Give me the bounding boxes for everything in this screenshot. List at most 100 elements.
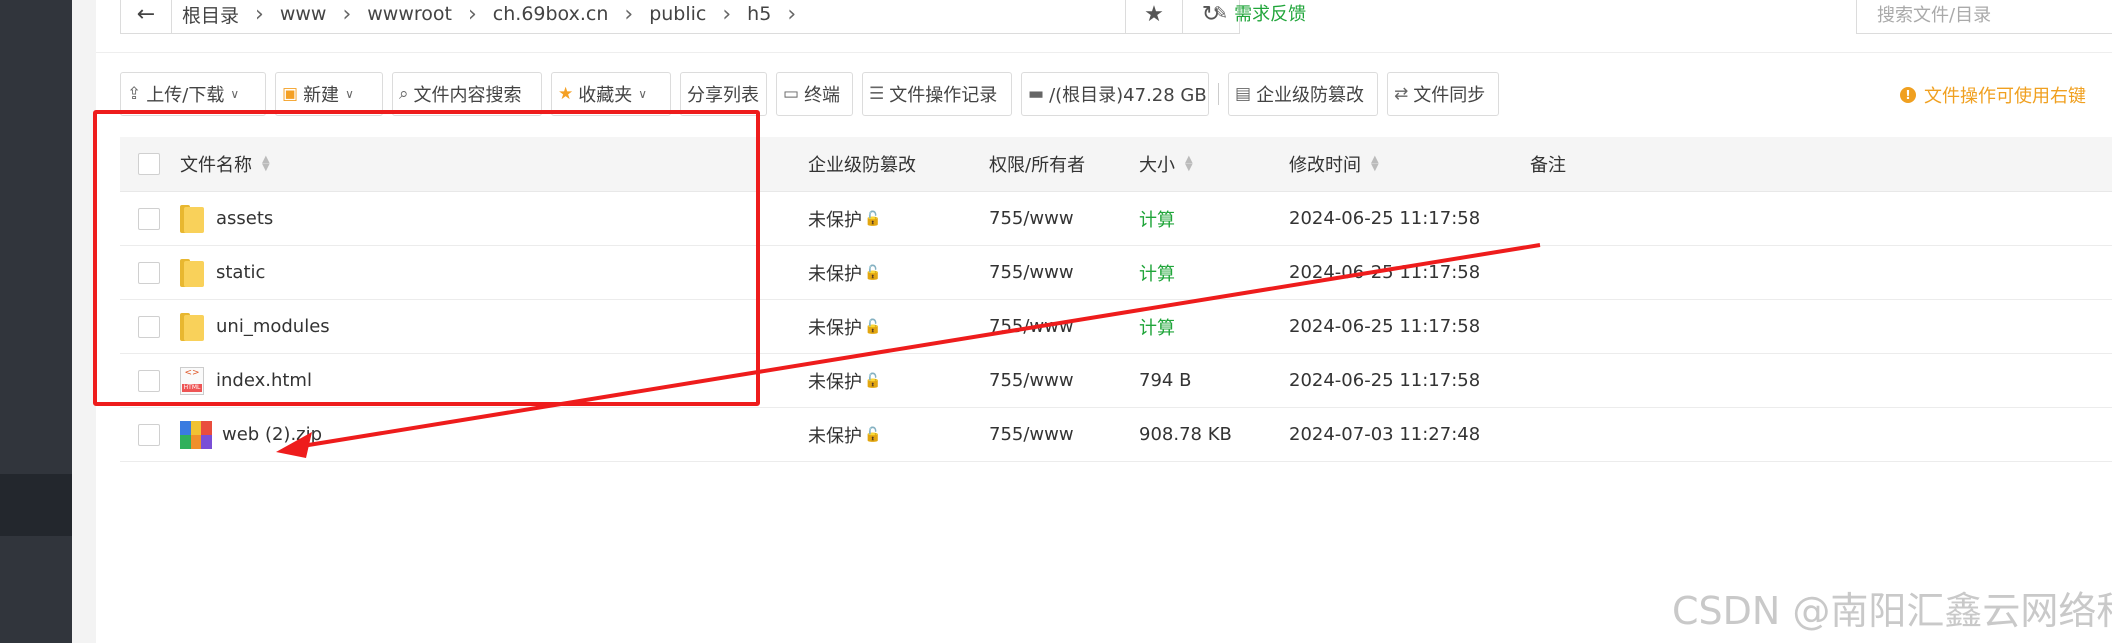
upload-download-button[interactable]: ⇪ 上传/下载 ∨: [120, 72, 266, 116]
header-name[interactable]: 文件名称 ▲ ▼: [180, 137, 270, 191]
table-row[interactable]: uni_modules 未保护 🔓 755/www 计算 2024-06-25 1…: [120, 300, 2112, 354]
header-note-label: 备注: [1530, 155, 1566, 176]
file-sync-button[interactable]: ⇄ 文件同步: [1387, 72, 1499, 116]
breadcrumb-item-h5[interactable]: h5: [747, 3, 771, 25]
favorites-button[interactable]: ★ 收藏夹 ∨: [551, 72, 671, 116]
file-name[interactable]: index.html: [216, 370, 312, 391]
modified-value: 2024-06-25 11:17:58: [1289, 370, 1481, 391]
feedback-link[interactable]: ✎ 需求反馈: [1213, 0, 1306, 26]
size-cell[interactable]: 计算: [1139, 300, 1175, 353]
tamper-proof-label: 企业级防篡改: [1256, 85, 1365, 106]
favorites-label: 收藏夹: [578, 85, 633, 106]
new-label: 新建: [303, 85, 340, 106]
protection-cell[interactable]: 未保护 🔓: [808, 354, 881, 407]
unlock-icon: 🔓: [864, 426, 882, 443]
sort-icon: ▲ ▼: [1185, 154, 1193, 173]
row-checkbox[interactable]: [138, 261, 160, 284]
new-button[interactable]: ▣ 新建 ∨: [275, 72, 383, 116]
file-manager: ← 根目录 › www › wwwroot › ch.69box.cn › pu…: [96, 0, 2112, 643]
file-name-cell[interactable]: assets: [180, 192, 273, 245]
back-button[interactable]: ←: [121, 0, 172, 33]
modified-cell: 2024-06-25 11:17:58: [1289, 300, 1480, 353]
search-placeholder: 搜索文件/目录: [1877, 5, 1992, 26]
permission-cell[interactable]: 755/www: [989, 408, 1074, 461]
tamper-proof-button[interactable]: ▤ 企业级防篡改: [1228, 72, 1378, 116]
size-cell[interactable]: 计算: [1139, 246, 1175, 299]
protection-cell[interactable]: 未保护 🔓: [808, 246, 881, 299]
chevron-down-icon: ∨: [638, 87, 648, 101]
html-file-icon: <> HTML: [180, 366, 204, 395]
table-row[interactable]: assets 未保护 🔓 755/www 计算 2024-06-25 11:17:…: [120, 192, 2112, 246]
terminal-button[interactable]: ▭ 终端: [776, 72, 853, 116]
header-name-label: 文件名称: [180, 155, 252, 176]
disk-button[interactable]: ▬ /(根目录)47.28 GB: [1021, 72, 1209, 116]
star-icon: ★: [1144, 1, 1164, 27]
sort-icon: ▲ ▼: [262, 154, 270, 173]
table-row[interactable]: web (2).zip 未保护 🔓 755/www 908.78 KB 2024-…: [120, 408, 2112, 462]
breadcrumb-item-public[interactable]: public: [649, 3, 706, 25]
file-name[interactable]: uni_modules: [216, 316, 330, 337]
log-icon: ☰: [869, 84, 885, 104]
row-checkbox[interactable]: [138, 315, 160, 338]
modified-value: 2024-06-25 11:17:58: [1289, 208, 1481, 229]
context-menu-tip: ! 文件操作可使用右键: [1900, 82, 2086, 108]
star-icon: ★: [558, 84, 574, 104]
table-row[interactable]: static 未保护 🔓 755/www 计算 2024-06-25 11:17:…: [120, 246, 2112, 300]
breadcrumb-item-root[interactable]: 根目录: [182, 1, 239, 28]
permission-value: 755/www: [989, 208, 1074, 229]
file-name[interactable]: static: [216, 262, 265, 283]
content-search-button[interactable]: ⌕ 文件内容搜索: [392, 72, 542, 116]
permission-cell[interactable]: 755/www: [989, 192, 1074, 245]
toolbar: ⇪ 上传/下载 ∨ ▣ 新建 ∨ ⌕ 文件内容搜索 ★ 收藏夹 ∨ 分享列表 ▭…: [120, 72, 1499, 116]
protection-cell[interactable]: 未保护 🔓: [808, 300, 881, 353]
row-checkbox[interactable]: [138, 207, 160, 230]
header-size[interactable]: 大小 ▲ ▼: [1139, 137, 1193, 191]
sidebar-active-item[interactable]: [0, 474, 72, 536]
protection-status: 未保护: [808, 209, 862, 231]
row-checkbox[interactable]: [138, 423, 160, 446]
favorite-button[interactable]: ★: [1125, 0, 1182, 33]
share-list-label: 分享列表: [687, 85, 759, 106]
protection-status: 未保护: [808, 371, 862, 393]
toolbar-divider: [1218, 83, 1219, 105]
unlock-icon: 🔓: [864, 372, 882, 389]
header-modified[interactable]: 修改时间 ▲ ▼: [1289, 137, 1379, 191]
search-input[interactable]: 搜索文件/目录: [1856, 0, 2112, 34]
protection-cell[interactable]: 未保护 🔓: [808, 192, 881, 245]
permission-cell[interactable]: 755/www: [989, 300, 1074, 353]
size-cell[interactable]: 计算: [1139, 192, 1175, 245]
row-checkbox[interactable]: [138, 369, 160, 392]
file-name-cell[interactable]: uni_modules: [180, 300, 330, 353]
unlock-icon: 🔓: [864, 210, 882, 227]
chevron-right-icon: ›: [624, 1, 634, 27]
breadcrumb-item-site[interactable]: ch.69box.cn: [493, 3, 609, 25]
header-permission: 权限/所有者: [989, 137, 1085, 191]
permission-value: 755/www: [989, 424, 1074, 445]
folder-icon: [180, 204, 204, 233]
file-name-cell[interactable]: web (2).zip: [180, 408, 322, 461]
file-table: 文件名称 ▲ ▼ 企业级防篡改 权限/所有者 大小 ▲ ▼ 修改时间 ▲ ▼ 备注 a…: [120, 137, 2112, 462]
share-list-button[interactable]: 分享列表: [680, 72, 767, 116]
breadcrumb-item-wwwroot[interactable]: wwwroot: [367, 3, 452, 25]
permission-cell[interactable]: 755/www: [989, 246, 1074, 299]
arrow-left-icon: ←: [136, 1, 156, 27]
size-value: 计算: [1139, 263, 1175, 285]
file-name[interactable]: web (2).zip: [222, 424, 322, 445]
operation-log-button[interactable]: ☰ 文件操作记录: [862, 72, 1012, 116]
table-row[interactable]: <> HTML index.html 未保护 🔓 755/www 794 B 202…: [120, 354, 2112, 408]
file-name-cell[interactable]: static: [180, 246, 265, 299]
chevron-right-icon: ›: [467, 1, 477, 27]
permission-cell[interactable]: 755/www: [989, 354, 1074, 407]
file-name-cell[interactable]: <> HTML index.html: [180, 354, 312, 407]
disk-label: /(根目录)47.28 GB: [1049, 85, 1207, 106]
file-name[interactable]: assets: [216, 208, 273, 229]
shield-icon: ▤: [1235, 84, 1252, 104]
select-all-checkbox[interactable]: [138, 153, 160, 175]
modified-value: 2024-06-25 11:17:58: [1289, 316, 1481, 337]
modified-cell: 2024-06-25 11:17:58: [1289, 192, 1480, 245]
breadcrumb-item-www[interactable]: www: [280, 3, 327, 25]
info-icon: !: [1900, 87, 1916, 103]
protection-cell[interactable]: 未保护 🔓: [808, 408, 881, 461]
sync-icon: ⇄: [1394, 84, 1409, 104]
folder-icon: [180, 258, 204, 287]
